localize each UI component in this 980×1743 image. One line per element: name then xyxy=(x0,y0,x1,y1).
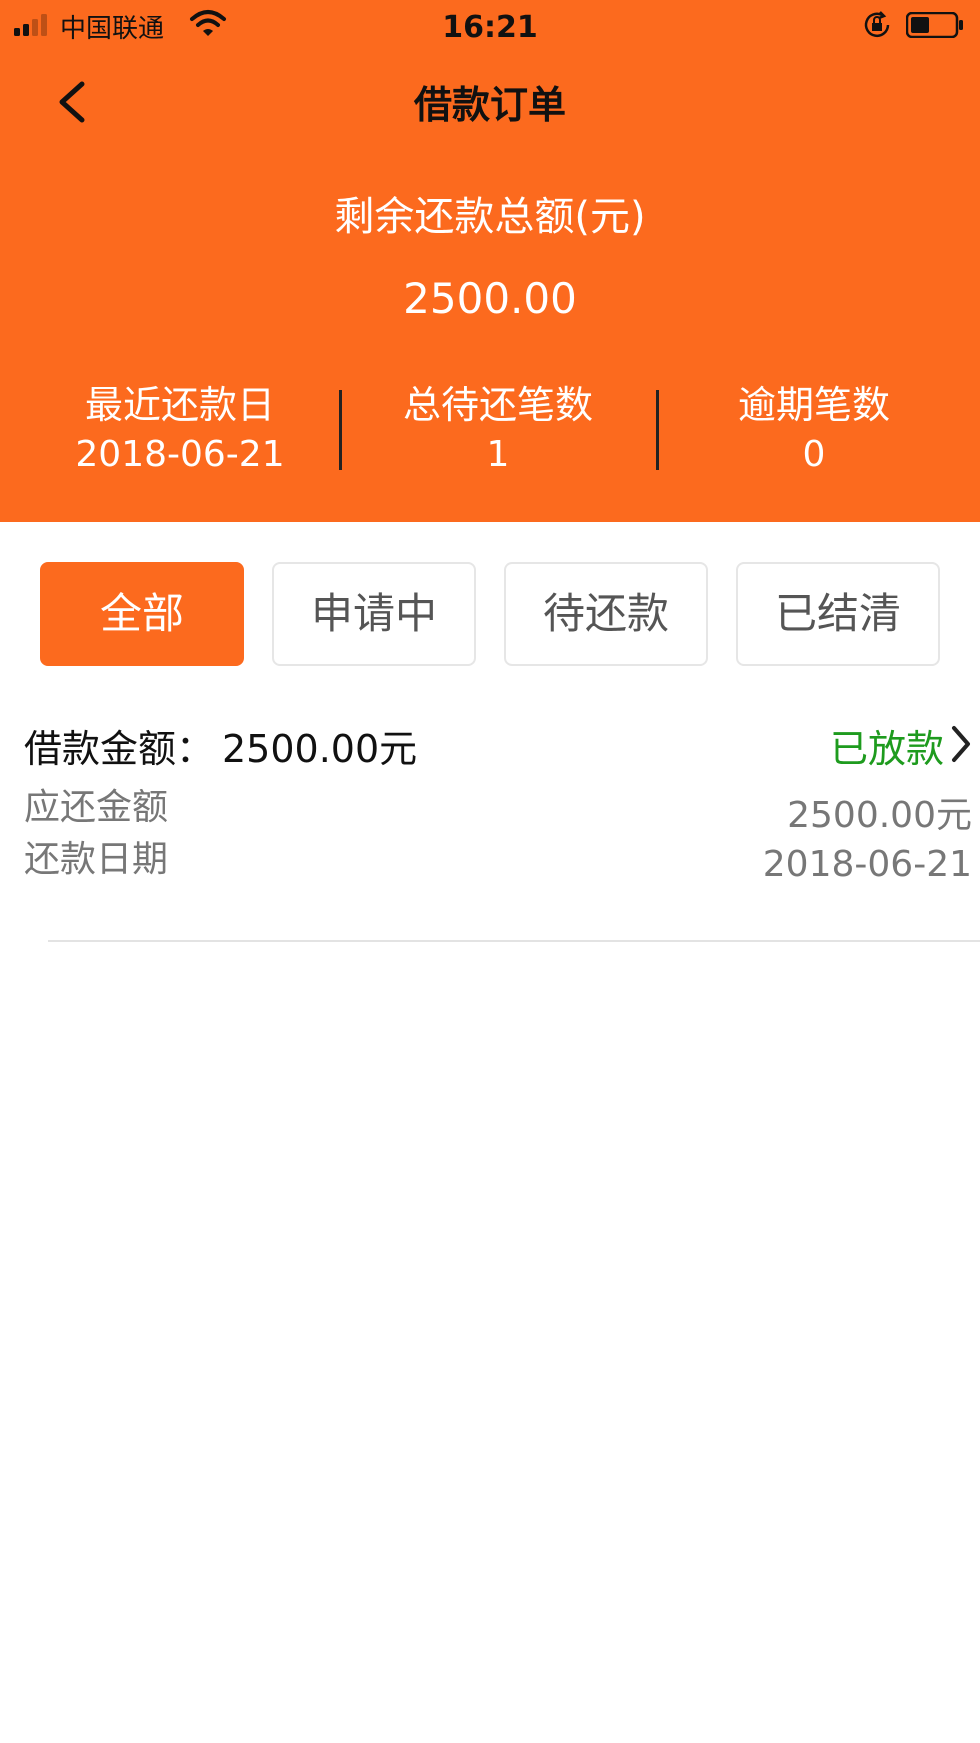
stat-label: 总待还笔数 xyxy=(402,383,593,427)
order-status: 已放款 xyxy=(829,727,944,771)
tab-all[interactable]: 全部 xyxy=(40,562,244,666)
battery-icon xyxy=(906,12,963,38)
stat-value: 0 xyxy=(802,434,826,475)
repayment-date-value: 2018-06-21 xyxy=(762,844,972,885)
tab-settled[interactable]: 已结清 xyxy=(736,562,940,666)
amount-due-value: 2500.00元 xyxy=(787,795,972,836)
stat-divider xyxy=(339,390,342,470)
stat-label: 最近还款日 xyxy=(84,383,275,427)
remaining-total-label: 剩余还款总额(元) xyxy=(334,194,646,240)
amount-due-label: 应还金额 xyxy=(24,787,169,828)
repayment-date-label: 还款日期 xyxy=(24,839,169,880)
status-time: 16:21 xyxy=(442,10,538,45)
stat-label: 逾期笔数 xyxy=(737,383,890,427)
tab-pending-repayment[interactable]: 待还款 xyxy=(504,562,708,666)
order-item[interactable]: 借款金额： 2500.00元 已放款 应还金额 2500.00元 还款日期 20… xyxy=(0,700,980,944)
loan-amount-value: 2500.00元 xyxy=(222,727,418,771)
summary-header: 中国联通 16:21 借款订单 剩余还款总额(元) 2500.00 最近还款日 … xyxy=(0,0,980,522)
stat-overdue-count: 逾期笔数 0 xyxy=(664,380,964,480)
stat-value: 1 xyxy=(486,434,510,475)
status-bar: 中国联通 16:21 xyxy=(0,0,980,54)
stat-latest-due-date: 最近还款日 2018-06-21 xyxy=(30,380,330,480)
rotation-lock-icon xyxy=(864,11,890,38)
order-divider xyxy=(48,940,980,942)
loan-amount-label: 借款金额： xyxy=(24,727,215,771)
stat-pending-count: 总待还笔数 1 xyxy=(348,380,648,480)
stat-value: 2018-06-21 xyxy=(75,434,285,475)
page-title: 借款订单 xyxy=(413,83,566,127)
tab-applying[interactable]: 申请中 xyxy=(272,562,476,666)
stat-divider xyxy=(656,390,659,470)
chevron-right-icon xyxy=(952,726,970,762)
remaining-total-amount: 2500.00 xyxy=(403,274,577,323)
